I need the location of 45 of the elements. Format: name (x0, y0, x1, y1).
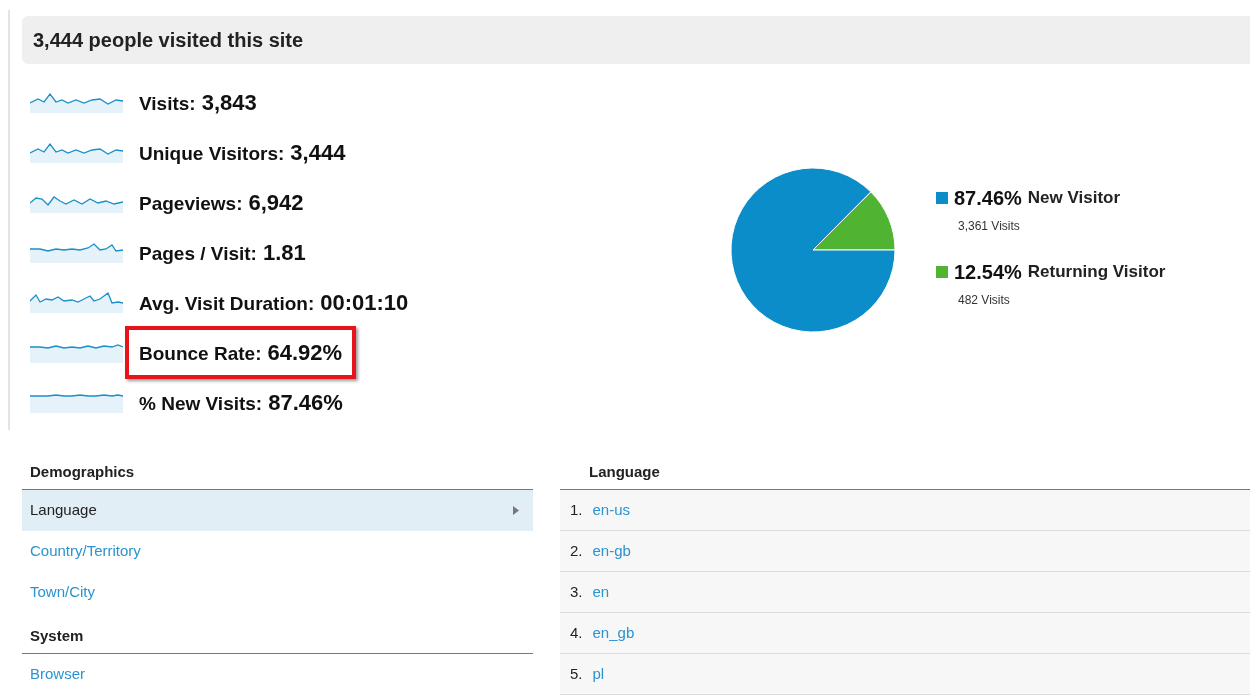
legend-percent: 12.54% (954, 259, 1022, 285)
caret-icon (513, 506, 519, 515)
sparkline-icon (30, 241, 123, 263)
legend-label: Returning Visitor (1027, 260, 1166, 283)
sparkline-icon (30, 141, 123, 163)
metric-value: 87.46% (268, 388, 343, 417)
dimension-item[interactable]: Town/City (22, 572, 533, 613)
sparkline-icon (30, 341, 123, 363)
metric-label: Avg. Visit Duration: (139, 291, 315, 316)
language-link[interactable]: en_gb (592, 621, 635, 645)
metric-value: 3,444 (290, 138, 346, 167)
rank-number: 5. (570, 663, 583, 684)
legend-visits: 3,361 Visits (957, 217, 1021, 235)
metric-value: 3,843 (201, 88, 257, 117)
metric-label: Visits: (139, 91, 196, 116)
metric-value: 00:01:10 (320, 288, 409, 317)
language-link[interactable]: pl (592, 662, 605, 686)
metric-label: Bounce Rate: (139, 341, 262, 366)
report-heading: Language (589, 461, 660, 482)
dimension-item[interactable]: Country/Territory (22, 531, 533, 572)
language-link[interactable]: en-gb (592, 539, 631, 563)
section-heading: Demographics (30, 461, 135, 482)
legend-percent: 87.46% (954, 185, 1022, 211)
sparkline-icon (30, 291, 123, 313)
metric-value: 1.81 (262, 238, 306, 267)
dimension-item[interactable]: Browser (22, 654, 533, 695)
metric-value: 6,942 (248, 188, 304, 217)
legend-visits: 482 Visits (957, 291, 1011, 309)
metric-label: Pageviews: (139, 191, 243, 216)
metric-value: 64.92% (267, 338, 343, 367)
sparkline-icon (30, 91, 123, 113)
header-title: 3,444 people visited this site (33, 28, 304, 53)
metric-label: % New Visits: (139, 391, 263, 416)
metric-label: Unique Visitors: (139, 141, 285, 166)
sparkline-icon (30, 391, 123, 413)
metric-label: Pages / Visit: (139, 241, 257, 266)
language-link[interactable]: en (592, 580, 610, 604)
language-link[interactable]: en-us (592, 498, 631, 522)
rank-number: 1. (570, 499, 583, 520)
rank-number: 2. (570, 540, 583, 561)
rank-number: 3. (570, 581, 583, 602)
rank-number: 4. (570, 622, 583, 643)
legend-label: New Visitor (1027, 186, 1121, 209)
section-heading: System (30, 625, 84, 646)
dimension-item[interactable]: Language (22, 490, 533, 531)
